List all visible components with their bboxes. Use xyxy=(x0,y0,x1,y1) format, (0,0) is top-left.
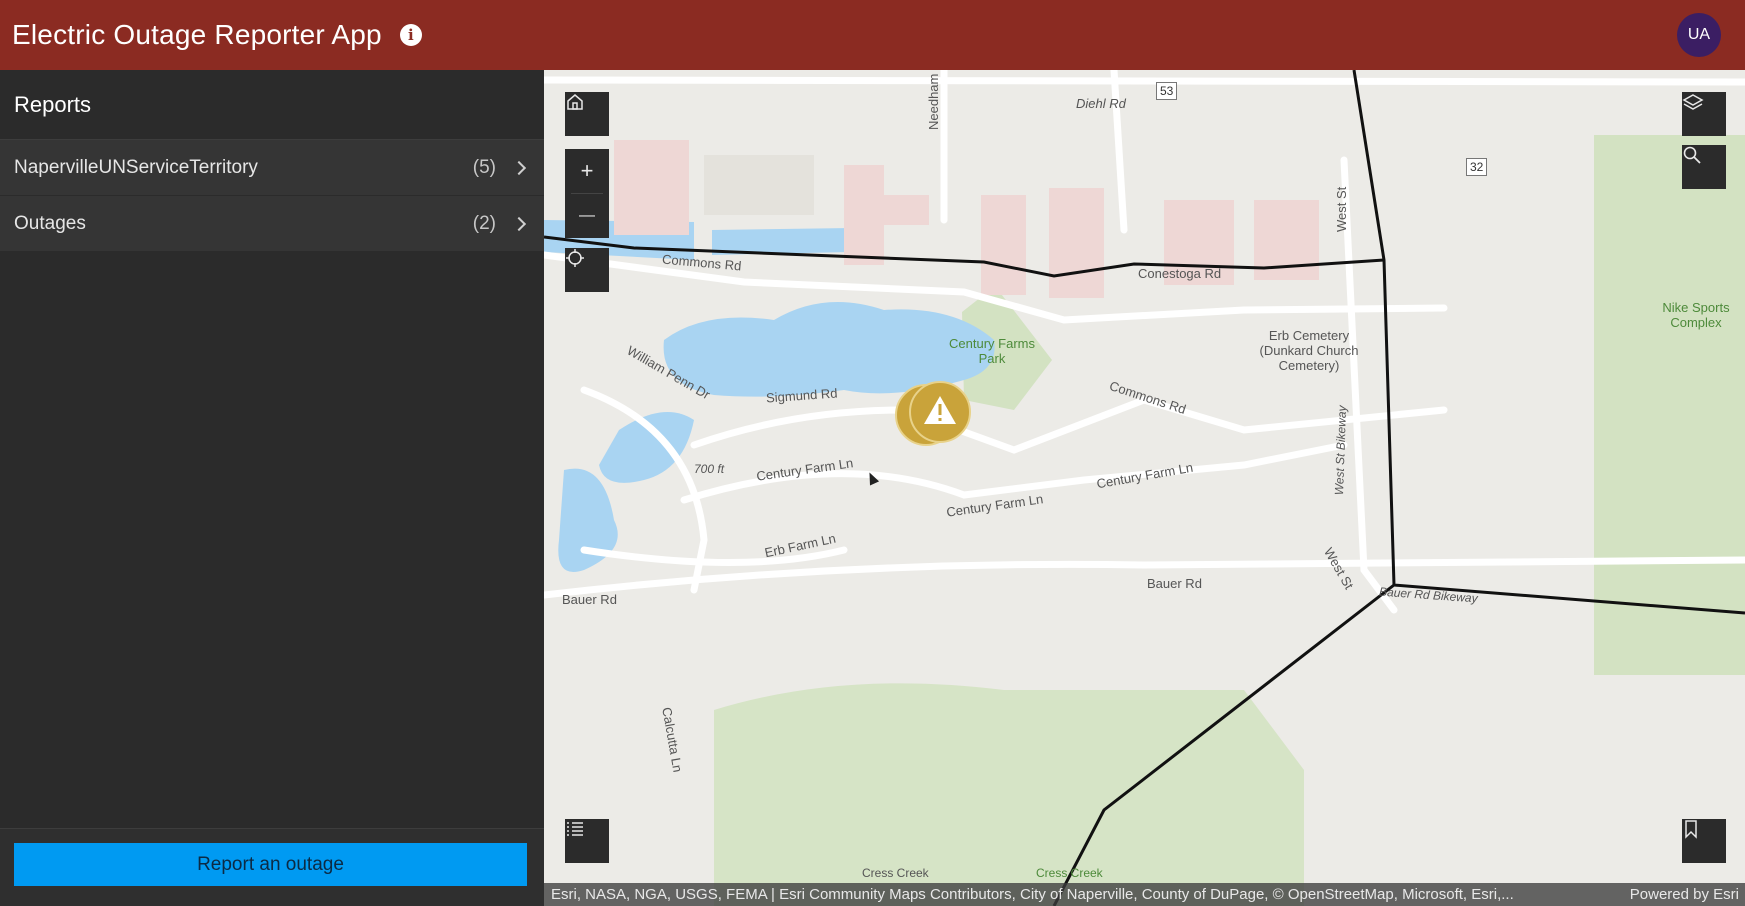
basemap[interactable] xyxy=(544,70,1745,906)
green-area xyxy=(714,683,1304,906)
warning-icon-mark xyxy=(938,404,942,415)
layer-name: NapervilleUNServiceTerritory xyxy=(14,156,258,178)
building xyxy=(1049,188,1104,298)
layers-button[interactable] xyxy=(1682,92,1726,136)
map-label: West St xyxy=(1334,186,1349,232)
map-attribution: Esri, NASA, NGA, USGS, FEMA | Esri Commu… xyxy=(544,883,1745,906)
building xyxy=(844,195,929,225)
map-label: Bauer Rd xyxy=(1147,576,1202,591)
map-label: 700 ft xyxy=(694,462,725,476)
outage-marker-cluster[interactable] xyxy=(894,380,974,450)
map-label: Cress Creek xyxy=(862,866,929,880)
chevron-right-icon xyxy=(511,216,527,231)
route-shield: 53 xyxy=(1156,82,1178,100)
layer-list: NapervilleUNServiceTerritory (5) Outages… xyxy=(0,140,544,252)
home-button[interactable] xyxy=(565,92,609,136)
search-button[interactable] xyxy=(1682,145,1726,189)
powered-by-esri[interactable]: Powered by Esri xyxy=(1610,886,1745,903)
layer-count: (2) xyxy=(472,212,496,234)
attribution-text[interactable]: Esri, NASA, NGA, USGS, FEMA | Esri Commu… xyxy=(551,886,1610,903)
legend-button[interactable] xyxy=(565,819,609,863)
user-avatar[interactable]: UA xyxy=(1677,13,1721,57)
home-icon xyxy=(567,94,583,110)
map-view[interactable]: Diehl Rd 53 32 Needham Ct West St Common… xyxy=(544,70,1745,906)
chevron-right-icon xyxy=(511,160,527,175)
map-label: Erb Cemetery (Dunkard Church Cemetery) xyxy=(1259,328,1359,373)
search-icon xyxy=(1683,146,1701,164)
map-label: Bauer Rd xyxy=(562,592,617,607)
report-outage-button[interactable]: Report an outage xyxy=(14,843,527,886)
route-shield: 32 xyxy=(1466,158,1488,176)
sidebar: Reports NapervilleUNServiceTerritory (5)… xyxy=(0,70,544,906)
reports-heading: Reports xyxy=(14,91,92,117)
crosshair-icon xyxy=(566,249,584,267)
map-label: Conestoga Rd xyxy=(1138,266,1222,281)
list-icon xyxy=(567,822,583,836)
building xyxy=(981,195,1026,295)
bookmarks-button[interactable] xyxy=(1682,819,1726,863)
building xyxy=(614,140,689,235)
warning-icon-dot xyxy=(938,418,942,421)
layers-icon xyxy=(1682,94,1704,110)
app-root: Electric Outage Reporter App i UA Report… xyxy=(0,0,1745,906)
green-area xyxy=(1594,135,1745,675)
map-label: Diehl Rd xyxy=(1076,96,1126,111)
bookmark-icon xyxy=(1685,820,1697,839)
sidebar-footer: Report an outage xyxy=(0,828,544,906)
info-icon[interactable]: i xyxy=(399,24,422,46)
map-label: Needham Ct xyxy=(926,70,941,130)
zoom-controls: + — xyxy=(565,149,609,238)
map-label: Cress Creek xyxy=(1036,866,1103,880)
building xyxy=(704,155,814,215)
sidebar-title: Reports xyxy=(0,70,544,140)
zoom-in-button[interactable]: + xyxy=(565,149,609,193)
zoom-out-button[interactable]: — xyxy=(565,194,609,238)
locate-button[interactable] xyxy=(565,248,609,292)
layer-item-naperville-territory[interactable]: NapervilleUNServiceTerritory (5) xyxy=(0,140,544,196)
minus-icon: — xyxy=(579,207,595,224)
app-header: Electric Outage Reporter App i UA xyxy=(0,0,1745,70)
plus-icon: + xyxy=(580,158,594,183)
app-title: Electric Outage Reporter App xyxy=(12,19,382,50)
map-label: Nike Sports Complex xyxy=(1662,300,1730,330)
layer-count: (5) xyxy=(472,156,496,178)
map-label: Century Farms Park xyxy=(949,336,1035,366)
layer-name: Outages xyxy=(14,212,86,234)
layer-item-outages[interactable]: Outages (2) xyxy=(0,196,544,252)
